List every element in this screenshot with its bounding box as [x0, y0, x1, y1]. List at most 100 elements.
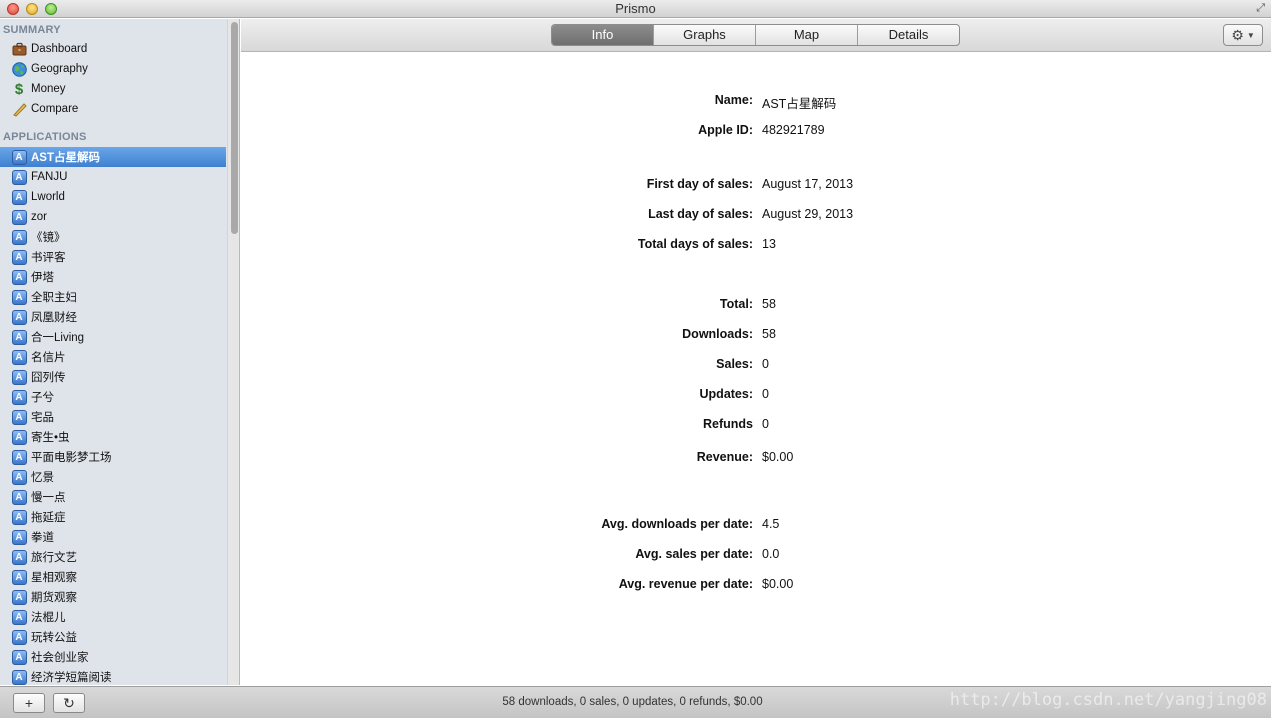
downloads-label: Downloads: — [682, 327, 753, 341]
sidebar-app-label: 社会创业家 — [31, 652, 89, 664]
avg-sales-value: 0.0 — [762, 547, 780, 561]
sidebar-header-applications: APPLICATIONS — [3, 131, 87, 143]
sidebar-app-label: Lworld — [31, 191, 65, 203]
sidebar-app-item[interactable]: A 书评客 — [0, 247, 226, 267]
app-store-icon-glyph: A — [11, 469, 27, 485]
sidebar-app-item[interactable]: A 社会创业家 — [0, 647, 226, 667]
app-store-icon-glyph: A — [11, 189, 27, 205]
sidebar-app-label: 玩转公益 — [31, 632, 77, 644]
info-row-total: Total: 58 — [241, 297, 1271, 313]
sidebar-item-compare[interactable]: Compare — [0, 99, 226, 119]
total-days-value: 13 — [762, 237, 776, 251]
sidebar-item-money[interactable]: $ Money — [0, 79, 226, 99]
info-row-revenue: Revenue: $0.00 — [241, 450, 1271, 466]
sidebar-item-geography[interactable]: Geography — [0, 59, 226, 79]
sidebar-item-label: Geography — [31, 63, 88, 75]
sidebar-app-item[interactable]: A 寄生•虫 — [0, 427, 226, 447]
sidebar-app-label: 经济学短篇阅读 — [31, 672, 112, 684]
app-store-icon-glyph: A — [11, 269, 27, 285]
app-store-icon-glyph: A — [11, 289, 27, 305]
sidebar-item-dashboard[interactable]: Dashboard — [0, 39, 226, 59]
sidebar-app-item[interactable]: A 星相观察 — [0, 567, 226, 587]
app-store-icon-glyph: A — [11, 169, 27, 185]
sidebar-app-item[interactable]: A 期货观察 — [0, 587, 226, 607]
app-store-icon: A — [11, 629, 27, 645]
name-label: Name: — [714, 93, 753, 107]
app-store-icon: A — [11, 169, 27, 185]
sidebar: SUMMARY Dashboard Geography $ Money Comp… — [0, 19, 240, 685]
info-row-avg-revenue: Avg. revenue per date: $0.00 — [241, 577, 1271, 593]
sidebar-app-item[interactable]: A 经济学短篇阅读 — [0, 667, 226, 685]
refunds-label: Refunds — [703, 417, 753, 431]
sidebar-app-item[interactable]: A 合一Living — [0, 327, 226, 347]
info-row-avg-sales: Avg. sales per date: 0.0 — [241, 547, 1271, 563]
sidebar-scroll-thumb[interactable] — [231, 22, 238, 234]
info-panel: Name: AST占星解码 Apple ID: 482921789 First … — [241, 53, 1271, 685]
sidebar-app-item[interactable]: A 名信片 — [0, 347, 226, 367]
sidebar-scrollbar[interactable] — [227, 19, 239, 685]
sidebar-app-label: 星相观察 — [31, 572, 77, 584]
sales-label: Sales: — [716, 357, 753, 371]
sidebar-app-item[interactable]: A 全职主妇 — [0, 287, 226, 307]
app-store-icon: A — [11, 309, 27, 325]
app-store-icon-glyph: A — [11, 369, 27, 385]
sidebar-app-item[interactable]: A 平面电影梦工场 — [0, 447, 226, 467]
app-store-icon: A — [11, 489, 27, 505]
app-store-icon-glyph: A — [11, 629, 27, 645]
chevron-down-icon: ▼ — [1246, 30, 1255, 40]
avg-downloads-label: Avg. downloads per date: — [601, 517, 753, 531]
sidebar-app-item[interactable]: A 拳道 — [0, 527, 226, 547]
info-row-refunds: Refunds 0 — [241, 417, 1271, 433]
app-store-icon-glyph: A — [11, 569, 27, 585]
sidebar-app-item[interactable]: A FANJU — [0, 167, 226, 187]
sidebar-app-item[interactable]: A 法棍儿 — [0, 607, 226, 627]
ruler-icon — [11, 101, 27, 117]
revenue-value: $0.00 — [762, 450, 794, 464]
app-store-icon: A — [11, 669, 27, 685]
sidebar-app-label: 忆景 — [31, 472, 54, 484]
app-store-icon-glyph: A — [11, 609, 27, 625]
app-store-icon-glyph: A — [11, 669, 27, 685]
fullscreen-icon[interactable]: ⤢ — [1256, 2, 1265, 15]
sidebar-app-item[interactable]: A 宅品 — [0, 407, 226, 427]
total-days-label: Total days of sales: — [637, 237, 753, 251]
updates-label: Updates: — [699, 387, 753, 401]
sidebar-app-item[interactable]: A 忆景 — [0, 467, 226, 487]
action-menu-button[interactable]: ⚙ ▼ — [1223, 24, 1263, 46]
app-store-icon-glyph: A — [11, 409, 27, 425]
sidebar-app-label: AST占星解码 — [31, 152, 100, 164]
sidebar-app-item[interactable]: A AST占星解码 — [0, 147, 226, 167]
sidebar-app-item[interactable]: A Lworld — [0, 187, 226, 207]
sidebar-app-label: 名信片 — [31, 352, 66, 364]
sidebar-app-item[interactable]: A 拖延症 — [0, 507, 226, 527]
tab-details[interactable]: Details — [858, 25, 959, 45]
sidebar-header-summary: SUMMARY — [3, 24, 61, 36]
sidebar-app-item[interactable]: A 子兮 — [0, 387, 226, 407]
sidebar-item-label: Dashboard — [31, 43, 88, 55]
app-store-icon: A — [11, 509, 27, 525]
sidebar-app-item[interactable]: Azor — [0, 207, 226, 227]
sidebar-app-item[interactable]: A 慢一点 — [0, 487, 226, 507]
tab-info[interactable]: Info — [552, 25, 654, 45]
tab-map[interactable]: Map — [756, 25, 858, 45]
sidebar-app-item[interactable]: A 囧列传 — [0, 367, 226, 387]
avg-revenue-label: Avg. revenue per date: — [618, 577, 753, 591]
sidebar-app-item[interactable]: A 凤凰财经 — [0, 307, 226, 327]
info-row-name: Name: AST占星解码 — [241, 93, 1271, 111]
app-store-icon-glyph: A — [11, 489, 27, 505]
status-bar: + ↻ 58 downloads, 0 sales, 0 updates, 0 … — [0, 686, 1271, 718]
sidebar-app-item[interactable]: A 伊塔 — [0, 267, 226, 287]
app-store-icon: A — [11, 349, 27, 365]
sidebar-app-item[interactable]: A 旅行文艺 — [0, 547, 226, 567]
sidebar-app-item[interactable]: A 《镜》 — [0, 227, 226, 247]
tab-graphs[interactable]: Graphs — [654, 25, 756, 45]
sidebar-app-item[interactable]: A 玩转公益 — [0, 627, 226, 647]
app-store-icon: A — [11, 549, 27, 565]
app-store-icon-glyph: A — [11, 429, 27, 445]
app-store-icon: A — [11, 609, 27, 625]
total-label: Total: — [719, 297, 753, 311]
app-store-icon: A — [11, 209, 27, 225]
sidebar-item-label: Compare — [31, 103, 79, 115]
updates-value: 0 — [762, 387, 769, 401]
app-store-icon-glyph: A — [11, 509, 27, 525]
